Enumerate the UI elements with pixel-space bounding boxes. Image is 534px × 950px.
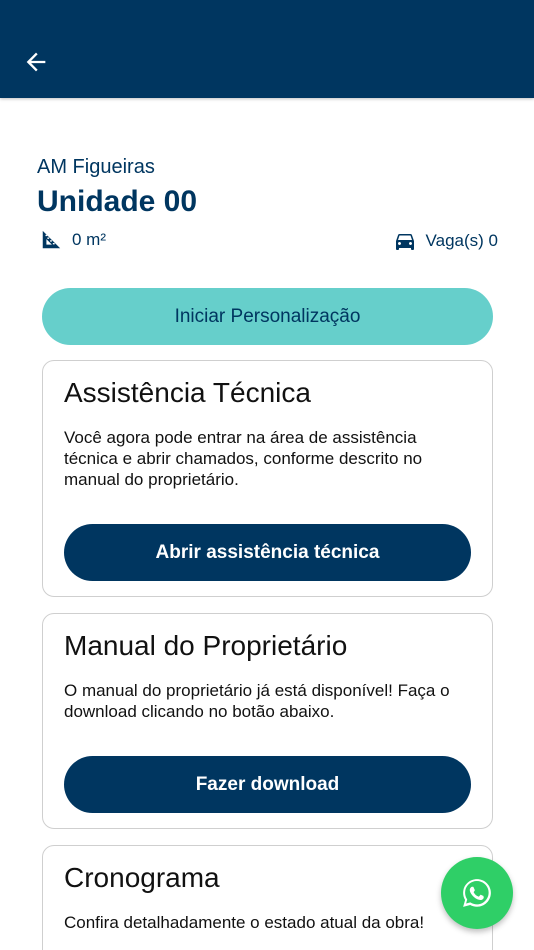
assistance-card: Assistência Técnica Você agora pode entr… bbox=[42, 360, 493, 597]
unit-name: Unidade 00 bbox=[37, 185, 198, 218]
manual-description: O manual do proprietário já está disponí… bbox=[64, 681, 450, 721]
whatsapp-icon bbox=[463, 879, 491, 907]
arrow-left-icon bbox=[26, 52, 46, 72]
manual-title: Manual do Proprietário bbox=[64, 630, 348, 661]
schedule-description: Confira detalhadamente o estado atual da… bbox=[64, 913, 425, 932]
start-personalization-button[interactable]: Iniciar Personalização bbox=[42, 288, 493, 345]
schedule-title: Cronograma bbox=[64, 862, 220, 893]
open-assistance-button[interactable]: Abrir assistência técnica bbox=[64, 524, 471, 581]
car-icon bbox=[395, 234, 414, 250]
parking-value: Vaga(s) 0 bbox=[425, 231, 498, 250]
app-bar bbox=[0, 0, 534, 98]
assistance-description: Você agora pode entrar na área de assist… bbox=[64, 428, 423, 489]
set-square-icon bbox=[42, 230, 61, 249]
back-button[interactable] bbox=[14, 42, 58, 82]
parking-info: Vaga(s) 0 bbox=[392, 229, 498, 253]
project-name: AM Figueiras bbox=[37, 156, 155, 178]
download-manual-button[interactable]: Fazer download bbox=[64, 756, 471, 813]
whatsapp-button[interactable] bbox=[441, 857, 513, 929]
schedule-card: Cronograma Confira detalhadamente o esta… bbox=[42, 845, 493, 950]
manual-card: Manual do Proprietário O manual do propr… bbox=[42, 613, 493, 829]
area-value: 0 m² bbox=[72, 230, 106, 249]
area-info: 0 m² bbox=[40, 229, 106, 251]
assistance-title: Assistência Técnica bbox=[64, 377, 311, 408]
